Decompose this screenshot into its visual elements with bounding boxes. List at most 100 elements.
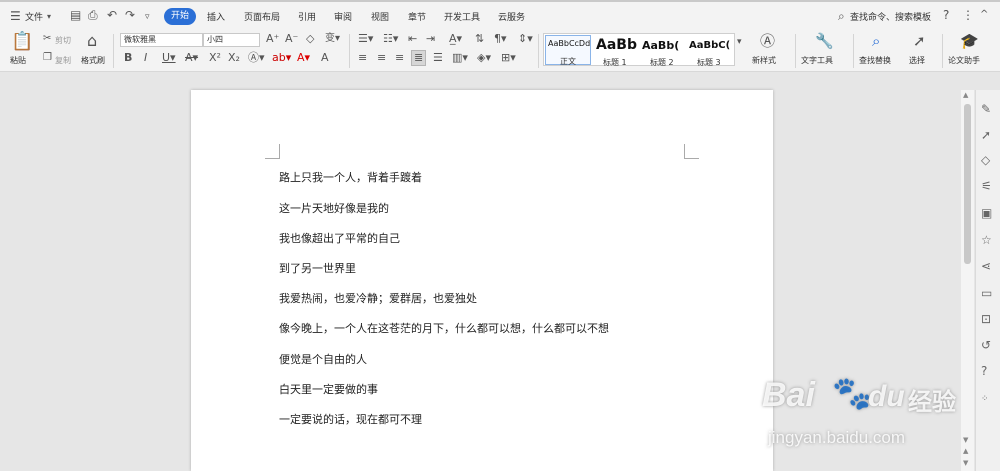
tab-developer[interactable]: 开发工具 (444, 10, 480, 23)
new-style-icon[interactable]: Ⓐ (760, 33, 775, 50)
share-icon[interactable]: ⋖ (981, 259, 991, 273)
text-tools-button[interactable]: 文字工具 (801, 55, 833, 66)
history-icon[interactable]: ↺ (981, 338, 991, 352)
help-icon[interactable]: ? (981, 364, 987, 378)
tab-view[interactable]: 视图 (371, 10, 389, 23)
cursor-icon[interactable]: ➚ (913, 33, 926, 50)
underline-icon[interactable]: U▾ (162, 52, 176, 64)
shrink-font-icon[interactable]: A⁻ (285, 33, 298, 45)
align-right-icon[interactable]: ≡ (395, 52, 404, 64)
decrease-indent-icon[interactable]: ⇤ (408, 33, 417, 45)
shapes-icon[interactable]: ◇ (981, 153, 990, 167)
columns-icon[interactable]: ▥▾ (452, 52, 468, 64)
italic-icon[interactable]: I (144, 52, 147, 64)
select-button[interactable]: 选择 (909, 55, 925, 66)
paragraph-line[interactable]: 到了另一世界里 (279, 260, 356, 276)
wrench-icon[interactable]: 🔧 (815, 33, 834, 50)
scroll-up-icon[interactable]: ▲ (963, 91, 968, 99)
justify-icon[interactable]: ≣ (411, 50, 427, 66)
paper-assistant-button[interactable]: 论文助手 (948, 55, 980, 66)
strikethrough-icon[interactable]: A▾ (185, 52, 198, 64)
paste-button[interactable]: 粘贴 (10, 55, 26, 66)
scroll-thumb[interactable] (964, 104, 971, 264)
question-icon[interactable]: ? (943, 8, 949, 22)
borders-icon[interactable]: ⊞▾ (501, 52, 516, 64)
increase-indent-icon[interactable]: ⇥ (426, 33, 435, 45)
tab-review[interactable]: 审阅 (334, 10, 352, 23)
hamburger-icon[interactable]: ☰ (10, 9, 21, 23)
more-icon[interactable]: ⋮ (962, 8, 974, 22)
distribute-icon[interactable]: ☰ (433, 52, 443, 64)
char-shading-icon[interactable]: A (321, 52, 329, 64)
paragraph-line[interactable]: 像今晚上，一个人在这苍茫的月下，什么都可以想，什么都可以不想 (279, 320, 609, 336)
format-painter-icon[interactable]: ⌂ (87, 32, 97, 50)
customize-icon[interactable]: ▿ (145, 10, 150, 24)
baidu-watermark: Bai 🐾 du 经验 jingyan.baidu.com (760, 372, 980, 468)
grow-font-icon[interactable]: A⁺ (266, 33, 279, 45)
tab-insert[interactable]: 插入 (207, 10, 225, 23)
style-heading2-tile[interactable]: AaBb( 标题 2 (641, 35, 687, 67)
chinese-layout-icon[interactable]: A̲▾ (449, 33, 462, 45)
undo-icon[interactable]: ↶ (107, 8, 117, 22)
new-style-button[interactable]: 新样式 (752, 55, 776, 66)
cut-button[interactable]: 剪切 (55, 35, 71, 46)
font-size-select[interactable]: 小四 (203, 33, 260, 47)
sliders-icon[interactable]: ⚟ (981, 179, 992, 193)
file-menu[interactable]: 文件 (25, 10, 43, 23)
pen-icon[interactable]: ✎ (981, 102, 991, 116)
text-effect-icon[interactable]: Ⓐ▾ (248, 52, 265, 64)
chevron-down-icon[interactable]: ▾ (47, 10, 51, 24)
paragraph-line[interactable]: 路上只我一个人，背着手踱着 (279, 169, 422, 185)
pointer-icon[interactable]: ➚ (981, 128, 991, 142)
document-page[interactable]: 路上只我一个人，背着手踱着 这一片天地好像是我的 我也像超出了平常的自己 到了另… (191, 90, 773, 471)
find-icon[interactable]: ⌕ (872, 33, 880, 50)
paragraph-line[interactable]: 我也像超出了平常的自己 (279, 230, 400, 246)
subscript-icon[interactable]: X₂ (228, 52, 240, 64)
save-icon[interactable]: ▤ (70, 8, 81, 22)
sort-icon[interactable]: ⇅ (475, 33, 484, 45)
paragraph-line[interactable]: 一定要说的话，现在都可不理 (279, 411, 422, 427)
grid-icon[interactable]: ⁘ (981, 392, 989, 406)
command-search[interactable]: 查找命令、搜索模板 (850, 10, 931, 23)
line-spacing-icon[interactable]: ⇕▾ (518, 33, 533, 45)
align-left-icon[interactable]: ≡ (358, 52, 367, 64)
tab-chapter[interactable]: 章节 (408, 10, 426, 23)
paragraph-line[interactable]: 白天里一定要做的事 (279, 381, 378, 397)
style-heading1-preview: AaBb (596, 37, 637, 53)
paste-icon[interactable]: 📋 (11, 32, 33, 52)
shading-icon[interactable]: ◈▾ (477, 52, 491, 64)
tab-page-layout[interactable]: 页面布局 (244, 10, 280, 23)
style-heading1-tile[interactable]: AaBb 标题 1 (594, 35, 640, 67)
tab-references[interactable]: 引用 (298, 10, 316, 23)
highlight-icon[interactable]: ab▾ (272, 52, 291, 64)
backup-icon[interactable]: ⊡ (981, 312, 991, 326)
numbered-list-icon[interactable]: ☷▾ (383, 33, 398, 45)
format-painter-button[interactable]: 格式刷 (81, 55, 105, 66)
font-name-select[interactable]: 微软雅黑 (120, 33, 203, 47)
gallery-more-icon[interactable]: ▾ (737, 36, 742, 48)
star-icon[interactable]: ☆ (981, 233, 992, 247)
bold-icon[interactable]: B (124, 52, 132, 64)
phonetic-icon[interactable]: 变▾ (325, 33, 340, 45)
chevron-up-icon[interactable]: ^ (980, 8, 988, 22)
align-center-icon[interactable]: ≡ (377, 52, 386, 64)
archive-icon[interactable]: ▭ (981, 286, 992, 300)
tab-start[interactable]: 开始 (164, 8, 196, 25)
print-icon[interactable]: ⎙ (88, 8, 98, 22)
graduation-cap-icon[interactable]: 🎓 (960, 33, 979, 50)
style-heading3-tile[interactable]: AaBbC( 标题 3 (688, 35, 734, 67)
paragraph-line[interactable]: 我爱热闹，也爱冷静；爱群居，也爱独处 (279, 290, 477, 306)
copy-button[interactable]: 复制 (55, 55, 71, 66)
font-color-icon[interactable]: A▾ (297, 52, 310, 64)
redo-icon[interactable]: ↷ (125, 8, 135, 22)
image-icon[interactable]: ▣ (981, 206, 992, 220)
show-marks-icon[interactable]: ¶▾ (494, 33, 507, 45)
find-replace-button[interactable]: 查找替换 (859, 55, 891, 66)
bullet-list-icon[interactable]: ☰▾ (358, 33, 373, 45)
style-normal-tile[interactable]: AaBbCcDd 正文 (545, 35, 591, 66)
clear-format-icon[interactable]: ◇ (306, 33, 314, 45)
tab-cloud[interactable]: 云服务 (498, 10, 525, 23)
paragraph-line[interactable]: 便觉是个自由的人 (279, 351, 367, 367)
paragraph-line[interactable]: 这一片天地好像是我的 (279, 200, 389, 216)
superscript-icon[interactable]: X² (209, 52, 221, 64)
